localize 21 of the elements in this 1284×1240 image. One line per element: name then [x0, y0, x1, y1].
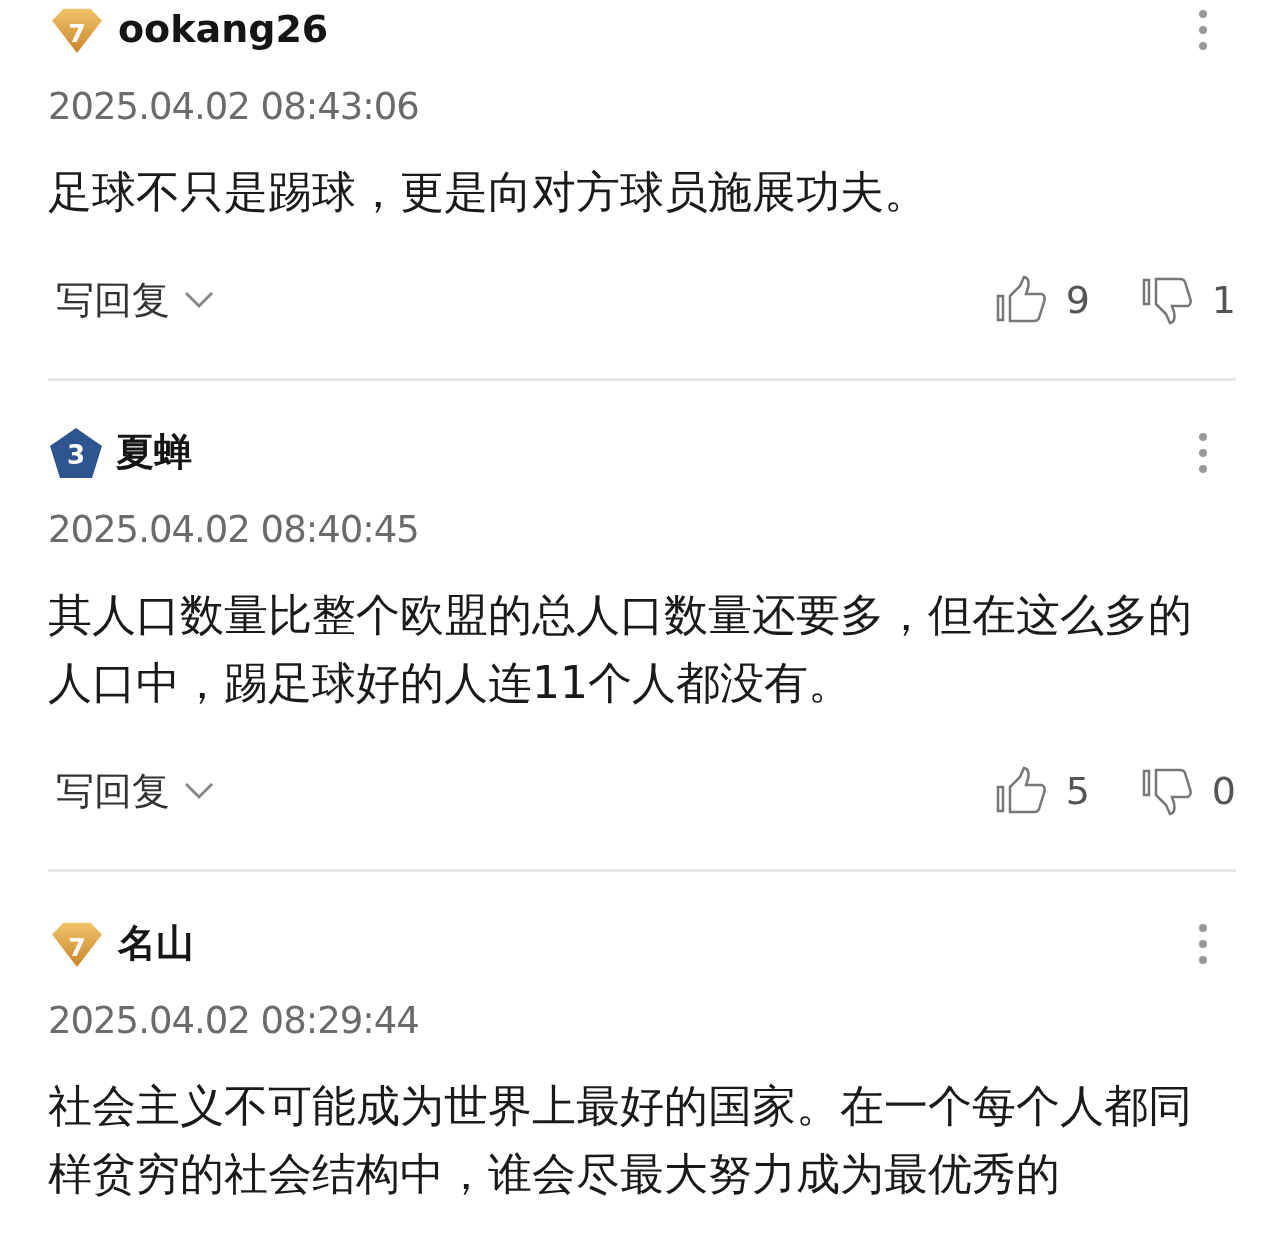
- dislike-button[interactable]: 1: [1141, 274, 1236, 326]
- like-button[interactable]: 5: [995, 765, 1090, 817]
- timestamp: 2025.04.02 08:29:44: [48, 998, 420, 1044]
- comment-text: 足球不只是踢球，更是向对方球员施展功夫。: [48, 165, 929, 219]
- username: 名山: [118, 921, 194, 967]
- reply-button[interactable]: 写回复: [48, 274, 214, 326]
- more-icon[interactable]: [1198, 9, 1208, 51]
- timestamp: 2025.04.02 08:43:06: [48, 84, 420, 130]
- chevron-down-icon: [184, 291, 214, 309]
- comment-text: 社会主义不可能成为世界上最好的国家。在一个每个人都同样贫穷的社会结构中，谁会尽最大努力成为最优秀的: [48, 1079, 1193, 1201]
- timestamp: 2025.04.02 08:40:45: [48, 507, 420, 553]
- chevron-down-icon: [184, 782, 214, 800]
- dislike-button[interactable]: 0: [1141, 765, 1236, 817]
- username: ookang26: [118, 7, 329, 53]
- reply-button[interactable]: 写回复: [48, 765, 214, 817]
- more-icon[interactable]: [1198, 923, 1208, 965]
- level-badge: 3: [48, 426, 104, 480]
- like-button[interactable]: 9: [995, 274, 1090, 326]
- username: 夏蝉: [116, 430, 192, 476]
- more-icon[interactable]: [1198, 432, 1208, 474]
- comment-text: 其人口数量比整个欧盟的总人口数量还要多，但在这么多的人口中，踢足球好的人连11个人都没有。: [48, 588, 1193, 710]
